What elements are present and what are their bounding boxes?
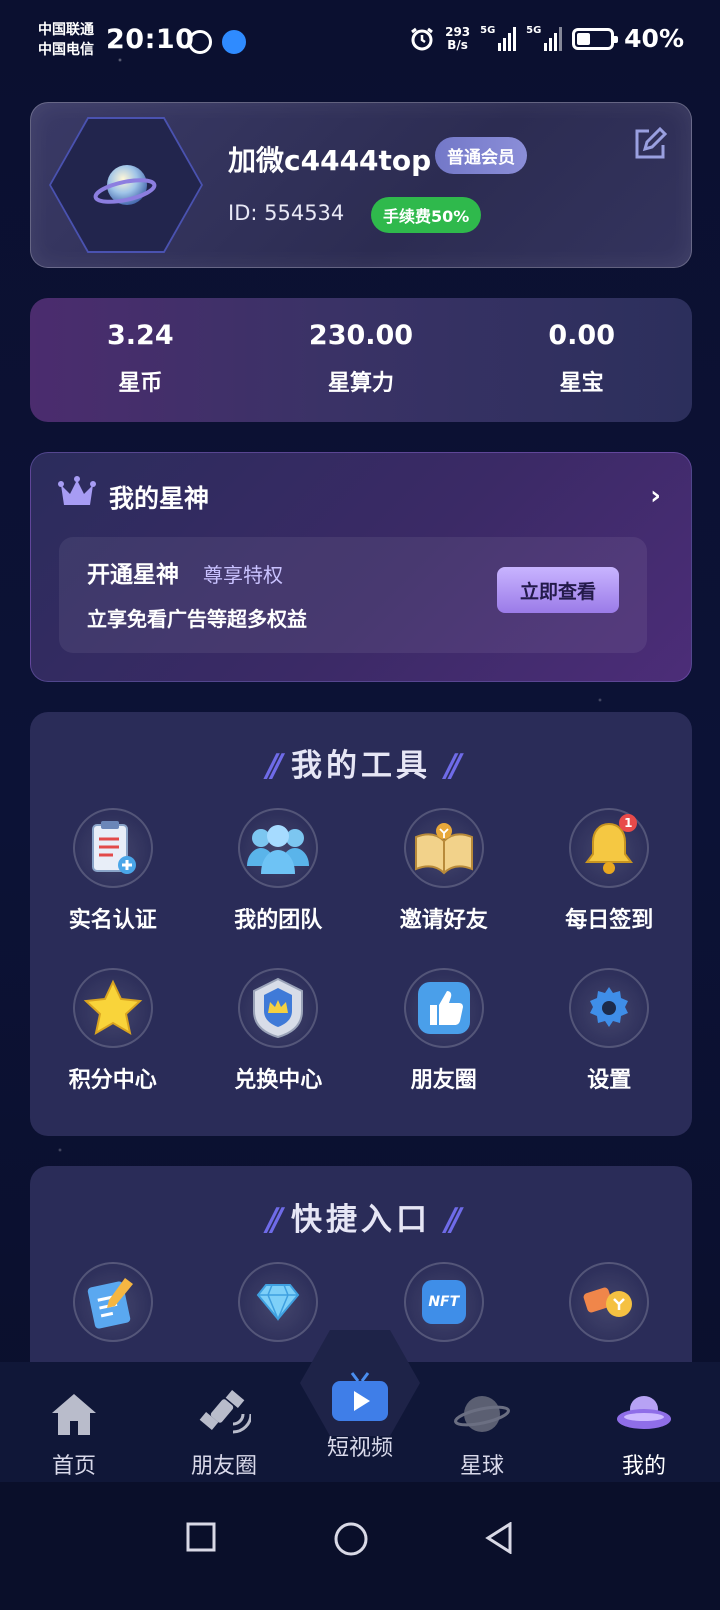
tool-label: 邀请好友 <box>399 908 488 933</box>
notepad-icon <box>72 1262 153 1342</box>
tool-invite-friends[interactable]: 邀请好友 <box>361 808 527 934</box>
tool-label: 实名认证 <box>68 908 157 933</box>
carrier-2: 中国电信 <box>38 42 94 58</box>
system-navigation-bar <box>0 1482 720 1610</box>
tool-daily-checkin[interactable]: 1 每日签到 <box>527 808 693 934</box>
clipboard-icon <box>72 808 153 888</box>
stat-value: 3.24 <box>107 320 174 351</box>
team-icon <box>238 808 319 888</box>
battery-icon <box>572 27 619 50</box>
planet-avatar-icon <box>93 165 157 205</box>
member-level-badge: 普通会员 <box>435 137 527 174</box>
status-right: 293 B/s 5G 5G 40% <box>409 24 684 53</box>
tool-label: 朋友圈 <box>410 1068 477 1093</box>
tickets-icon <box>569 1262 650 1342</box>
signal-2-icon: 5G <box>526 25 563 51</box>
view-now-button[interactable]: 立即查看 <box>497 567 619 613</box>
tab-moments[interactable]: 朋友圈 <box>164 1362 284 1480</box>
tab-label: 星球 <box>459 1454 504 1479</box>
vip-promo-title: 开通星神 <box>87 562 179 588</box>
stat-value: 0.00 <box>548 320 615 351</box>
tool-my-team[interactable]: 我的团队 <box>196 808 362 934</box>
tab-short-video[interactable]: 短视频 <box>300 1344 420 1462</box>
stat-star-coin[interactable]: 3.24 星币 <box>30 298 251 422</box>
tool-points-center[interactable]: 积分中心 <box>30 968 196 1094</box>
satellite-icon <box>164 1384 284 1444</box>
stat-star-treasure[interactable]: 0.00 星宝 <box>471 298 692 422</box>
vip-title: 我的星神 <box>109 484 210 513</box>
tools-title: //我的工具// <box>266 748 461 784</box>
home-icon <box>14 1384 134 1444</box>
tab-label: 短视频 <box>326 1436 393 1461</box>
gear-icon <box>569 968 650 1048</box>
stat-label: 星宝 <box>559 371 604 396</box>
tab-home[interactable]: 首页 <box>14 1362 134 1480</box>
planet-icon <box>422 1384 542 1444</box>
username: 加微c4444top <box>228 144 432 177</box>
speed-monitor-icon <box>188 30 212 54</box>
tab-mine[interactable]: 我的 <box>584 1362 704 1480</box>
tool-label: 积分中心 <box>68 1068 157 1093</box>
tab-label: 首页 <box>51 1454 96 1479</box>
nft-icon: NFT <box>403 1262 484 1342</box>
network-speed: 293 B/s <box>445 24 471 52</box>
user-id: ID: 554534 <box>228 201 345 225</box>
book-icon <box>403 808 484 888</box>
battery-percent: 40% <box>624 24 684 53</box>
tv-play-icon <box>300 1366 420 1426</box>
tab-label: 我的 <box>621 1454 666 1479</box>
bottom-tab-bar: 首页 朋友圈 短视频 星球 我的 <box>0 1330 720 1482</box>
diamond-icon <box>238 1262 319 1342</box>
shortcut-notepad[interactable] <box>30 1262 196 1342</box>
fee-badge: 手续费50% <box>371 197 482 233</box>
shortcuts-title: //快捷入口// <box>266 1202 461 1238</box>
tools-section: //我的工具// 实名认证 我的团队 邀请好友 1 每日签到 积分中心 兑换中心… <box>30 712 692 1136</box>
vip-promo-description: 立享免看广告等超多权益 <box>87 607 307 631</box>
tool-label: 每日签到 <box>565 908 654 933</box>
edit-icon[interactable] <box>633 127 667 161</box>
tool-label: 我的团队 <box>234 908 323 933</box>
recent-apps-icon[interactable] <box>186 1522 216 1552</box>
crown-shield-icon <box>238 968 319 1048</box>
crown-icon <box>58 476 96 505</box>
chevron-right-icon[interactable]: › <box>650 481 661 511</box>
carrier-labels: 中国联通 中国电信 <box>38 20 94 60</box>
star-icon <box>72 968 153 1048</box>
stat-value: 230.00 <box>308 320 414 351</box>
signal-1-icon: 5G <box>480 25 517 51</box>
profile-card: 加微c4444top 普通会员 ID: 554534 手续费50% <box>30 102 692 268</box>
vip-promo-subtitle: 尊享特权 <box>203 563 283 587</box>
tool-settings[interactable]: 设置 <box>527 968 693 1094</box>
vip-card[interactable]: 我的星神 › 开通星神 尊享特权 立享免看广告等超多权益 立即查看 <box>30 452 692 682</box>
back-triangle-icon[interactable] <box>484 1522 514 1554</box>
alarm-icon <box>411 27 433 50</box>
tool-real-name[interactable]: 实名认证 <box>30 808 196 934</box>
tool-exchange-center[interactable]: 兑换中心 <box>196 968 362 1094</box>
tab-label: 朋友圈 <box>190 1454 257 1479</box>
status-time: 20:10 <box>106 24 195 55</box>
app-notification-icon <box>222 30 246 54</box>
tools-grid: 实名认证 我的团队 邀请好友 1 每日签到 积分中心 兑换中心 朋友圈 设置 <box>30 808 692 1094</box>
tab-planet[interactable]: 星球 <box>422 1362 542 1480</box>
shortcut-tickets[interactable] <box>527 1262 693 1342</box>
stat-star-power[interactable]: 230.00 星算力 <box>251 298 472 422</box>
stat-label: 星币 <box>118 371 163 396</box>
stats-card: 3.24 星币 230.00 星算力 0.00 星宝 <box>30 298 692 422</box>
stat-label: 星算力 <box>328 371 395 396</box>
tool-label: 设置 <box>587 1068 632 1093</box>
ufo-icon <box>584 1384 704 1444</box>
thumbs-up-icon <box>403 968 484 1048</box>
tool-label: 兑换中心 <box>234 1068 323 1093</box>
vip-promo: 开通星神 尊享特权 立享免看广告等超多权益 立即查看 <box>59 537 647 653</box>
bell-icon: 1 <box>569 808 650 888</box>
status-bar: 中国联通 中国电信 20:10 293 B/s 5G 5G 40% <box>0 0 720 84</box>
carrier-1: 中国联通 <box>38 22 94 38</box>
tool-moments[interactable]: 朋友圈 <box>361 968 527 1094</box>
home-circle-icon[interactable] <box>334 1522 368 1556</box>
